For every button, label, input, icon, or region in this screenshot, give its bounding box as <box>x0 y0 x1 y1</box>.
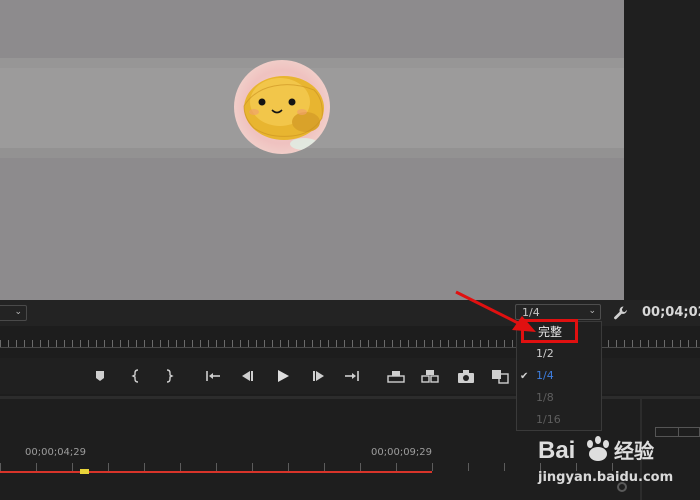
work-area-bar[interactable] <box>0 471 432 473</box>
video-band-bottom-edge <box>0 148 624 158</box>
playhead-marker[interactable] <box>80 469 89 474</box>
export-frame-icon[interactable] <box>456 367 476 385</box>
add-marker-icon[interactable] <box>90 367 110 385</box>
timeline-timecode-label: 00;00;04;29 <box>25 447 87 458</box>
knitted-plush-image <box>243 76 324 150</box>
comparison-view-icon[interactable] <box>490 367 510 385</box>
annotation-arrow-icon <box>455 290 536 332</box>
mark-out-icon[interactable] <box>158 367 178 385</box>
menu-item-sixteenth: 1/16 <box>536 413 561 426</box>
playhead-timecode[interactable]: 00;04;02 <box>642 305 700 320</box>
settings-wrench-icon[interactable] <box>612 304 630 322</box>
track-header-divider <box>678 427 679 437</box>
chevron-down-icon: ⌄ <box>588 306 596 316</box>
go-to-in-icon[interactable] <box>203 367 223 385</box>
menu-item-eighth: 1/8 <box>536 391 554 404</box>
play-icon[interactable] <box>273 367 293 385</box>
go-to-out-icon[interactable] <box>342 367 362 385</box>
chevron-down-icon: ⌄ <box>14 307 22 317</box>
program-monitor-viewer[interactable] <box>0 0 624 300</box>
checkmark-icon: ✔ <box>520 371 529 382</box>
watermark-url: jingyan.baidu.com <box>538 470 674 485</box>
premiere-program-monitor: ⌄ 1/4 ⌄ 00;04;02 <box>0 0 700 500</box>
video-clip-thumbnail <box>234 60 330 154</box>
mark-in-icon[interactable] <box>127 367 147 385</box>
lift-icon[interactable] <box>386 367 406 385</box>
video-band-top-edge <box>0 58 624 68</box>
zoom-level-dropdown[interactable]: ⌄ <box>0 305 27 321</box>
extract-icon[interactable] <box>420 367 440 385</box>
step-forward-icon[interactable] <box>308 367 328 385</box>
menu-item-quarter[interactable]: 1/4 <box>536 369 554 382</box>
viewer-side-gutter <box>624 0 700 300</box>
timeline-timecode-label: 00;00;09;29 <box>371 447 433 458</box>
svg-text:经验: 经验 <box>614 439 654 463</box>
step-back-icon[interactable] <box>238 367 258 385</box>
svg-text:Bai: Bai <box>538 437 575 464</box>
timeline-knob[interactable] <box>617 482 627 492</box>
menu-item-half[interactable]: 1/2 <box>536 347 554 360</box>
